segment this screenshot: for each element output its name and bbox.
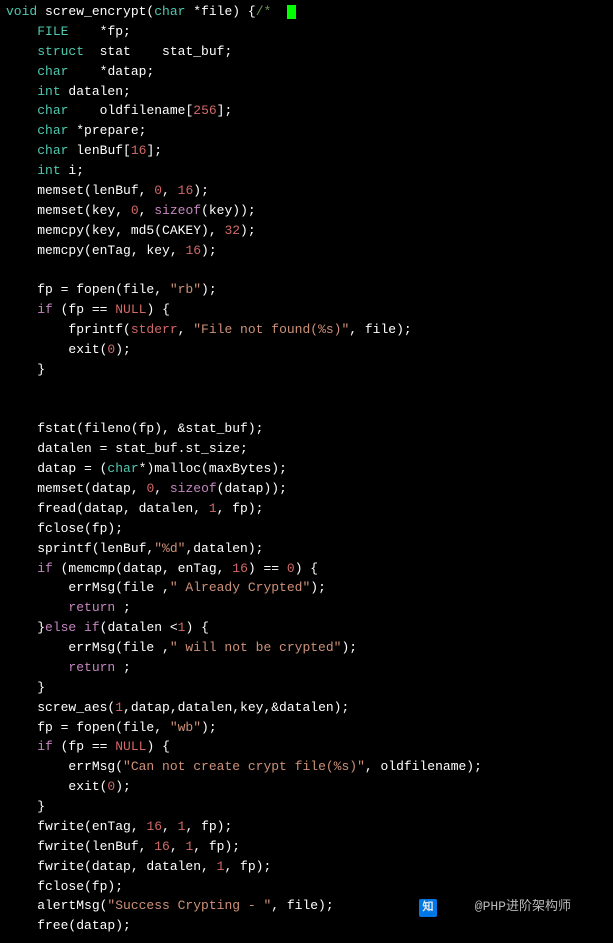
code-line: fclose(fp); <box>6 877 613 897</box>
code-line: FILE *fp; <box>6 22 613 42</box>
code-line: memset(datap, 0, sizeof(datap)); <box>6 479 613 499</box>
code-line: char *prepare; <box>6 121 613 141</box>
code-line: fp = fopen(file, "rb"); <box>6 280 613 300</box>
code-line <box>6 400 613 420</box>
code-line: fprintf(stderr, "File not found(%s)", fi… <box>6 320 613 340</box>
code-line: fwrite(datap, datalen, 1, fp); <box>6 857 613 877</box>
code-line: void screw_encrypt(char *file) {/* <box>6 2 613 22</box>
cursor-icon <box>287 5 296 19</box>
code-line: screw_aes(1,datap,datalen,key,&datalen); <box>6 698 613 718</box>
code-line: memcpy(key, md5(CAKEY), 32); <box>6 221 613 241</box>
code-line: }else if(datalen <1) { <box>6 618 613 638</box>
watermark-text: @PHP进阶架构师 <box>475 897 571 917</box>
code-line: sprintf(lenBuf,"%d",datalen); <box>6 539 613 559</box>
code-line: errMsg(file ," Already Crypted"); <box>6 578 613 598</box>
code-line: struct stat stat_buf; <box>6 42 613 62</box>
code-line: return ; <box>6 598 613 618</box>
code-line: exit(0); <box>6 340 613 360</box>
code-line: fread(datap, datalen, 1, fp); <box>6 499 613 519</box>
code-line: if (memcmp(datap, enTag, 16) == 0) { <box>6 559 613 579</box>
code-line: datap = (char*)malloc(maxBytes); <box>6 459 613 479</box>
code-block: void screw_encrypt(char *file) {/* FILE … <box>0 0 613 936</box>
code-line: exit(0); <box>6 777 613 797</box>
code-line <box>6 260 613 280</box>
zhihu-logo-icon: 知 <box>419 899 437 917</box>
code-line: datalen = stat_buf.st_size; <box>6 439 613 459</box>
code-line: memcpy(enTag, key, 16); <box>6 241 613 261</box>
code-line: return ; <box>6 658 613 678</box>
code-line: if (fp == NULL) { <box>6 300 613 320</box>
code-line: char lenBuf[16]; <box>6 141 613 161</box>
code-line: fclose(fp); <box>6 519 613 539</box>
code-line: } <box>6 797 613 817</box>
code-line: errMsg("Can not create crypt file(%s)", … <box>6 757 613 777</box>
code-line: } <box>6 360 613 380</box>
code-line: int i; <box>6 161 613 181</box>
code-line: fwrite(enTag, 16, 1, fp); <box>6 817 613 837</box>
code-line: } <box>6 678 613 698</box>
code-line: memset(lenBuf, 0, 16); <box>6 181 613 201</box>
code-line <box>6 380 613 400</box>
code-line: fp = fopen(file, "wb"); <box>6 718 613 738</box>
code-line: errMsg(file ," will not be crypted"); <box>6 638 613 658</box>
code-line: char oldfilename[256]; <box>6 101 613 121</box>
code-line: int datalen; <box>6 82 613 102</box>
code-line: free(datap); <box>6 916 613 936</box>
code-line: fwrite(lenBuf, 16, 1, fp); <box>6 837 613 857</box>
code-line: if (fp == NULL) { <box>6 737 613 757</box>
code-line: memset(key, 0, sizeof(key)); <box>6 201 613 221</box>
code-line: char *datap; <box>6 62 613 82</box>
code-line: fstat(fileno(fp), &stat_buf); <box>6 419 613 439</box>
